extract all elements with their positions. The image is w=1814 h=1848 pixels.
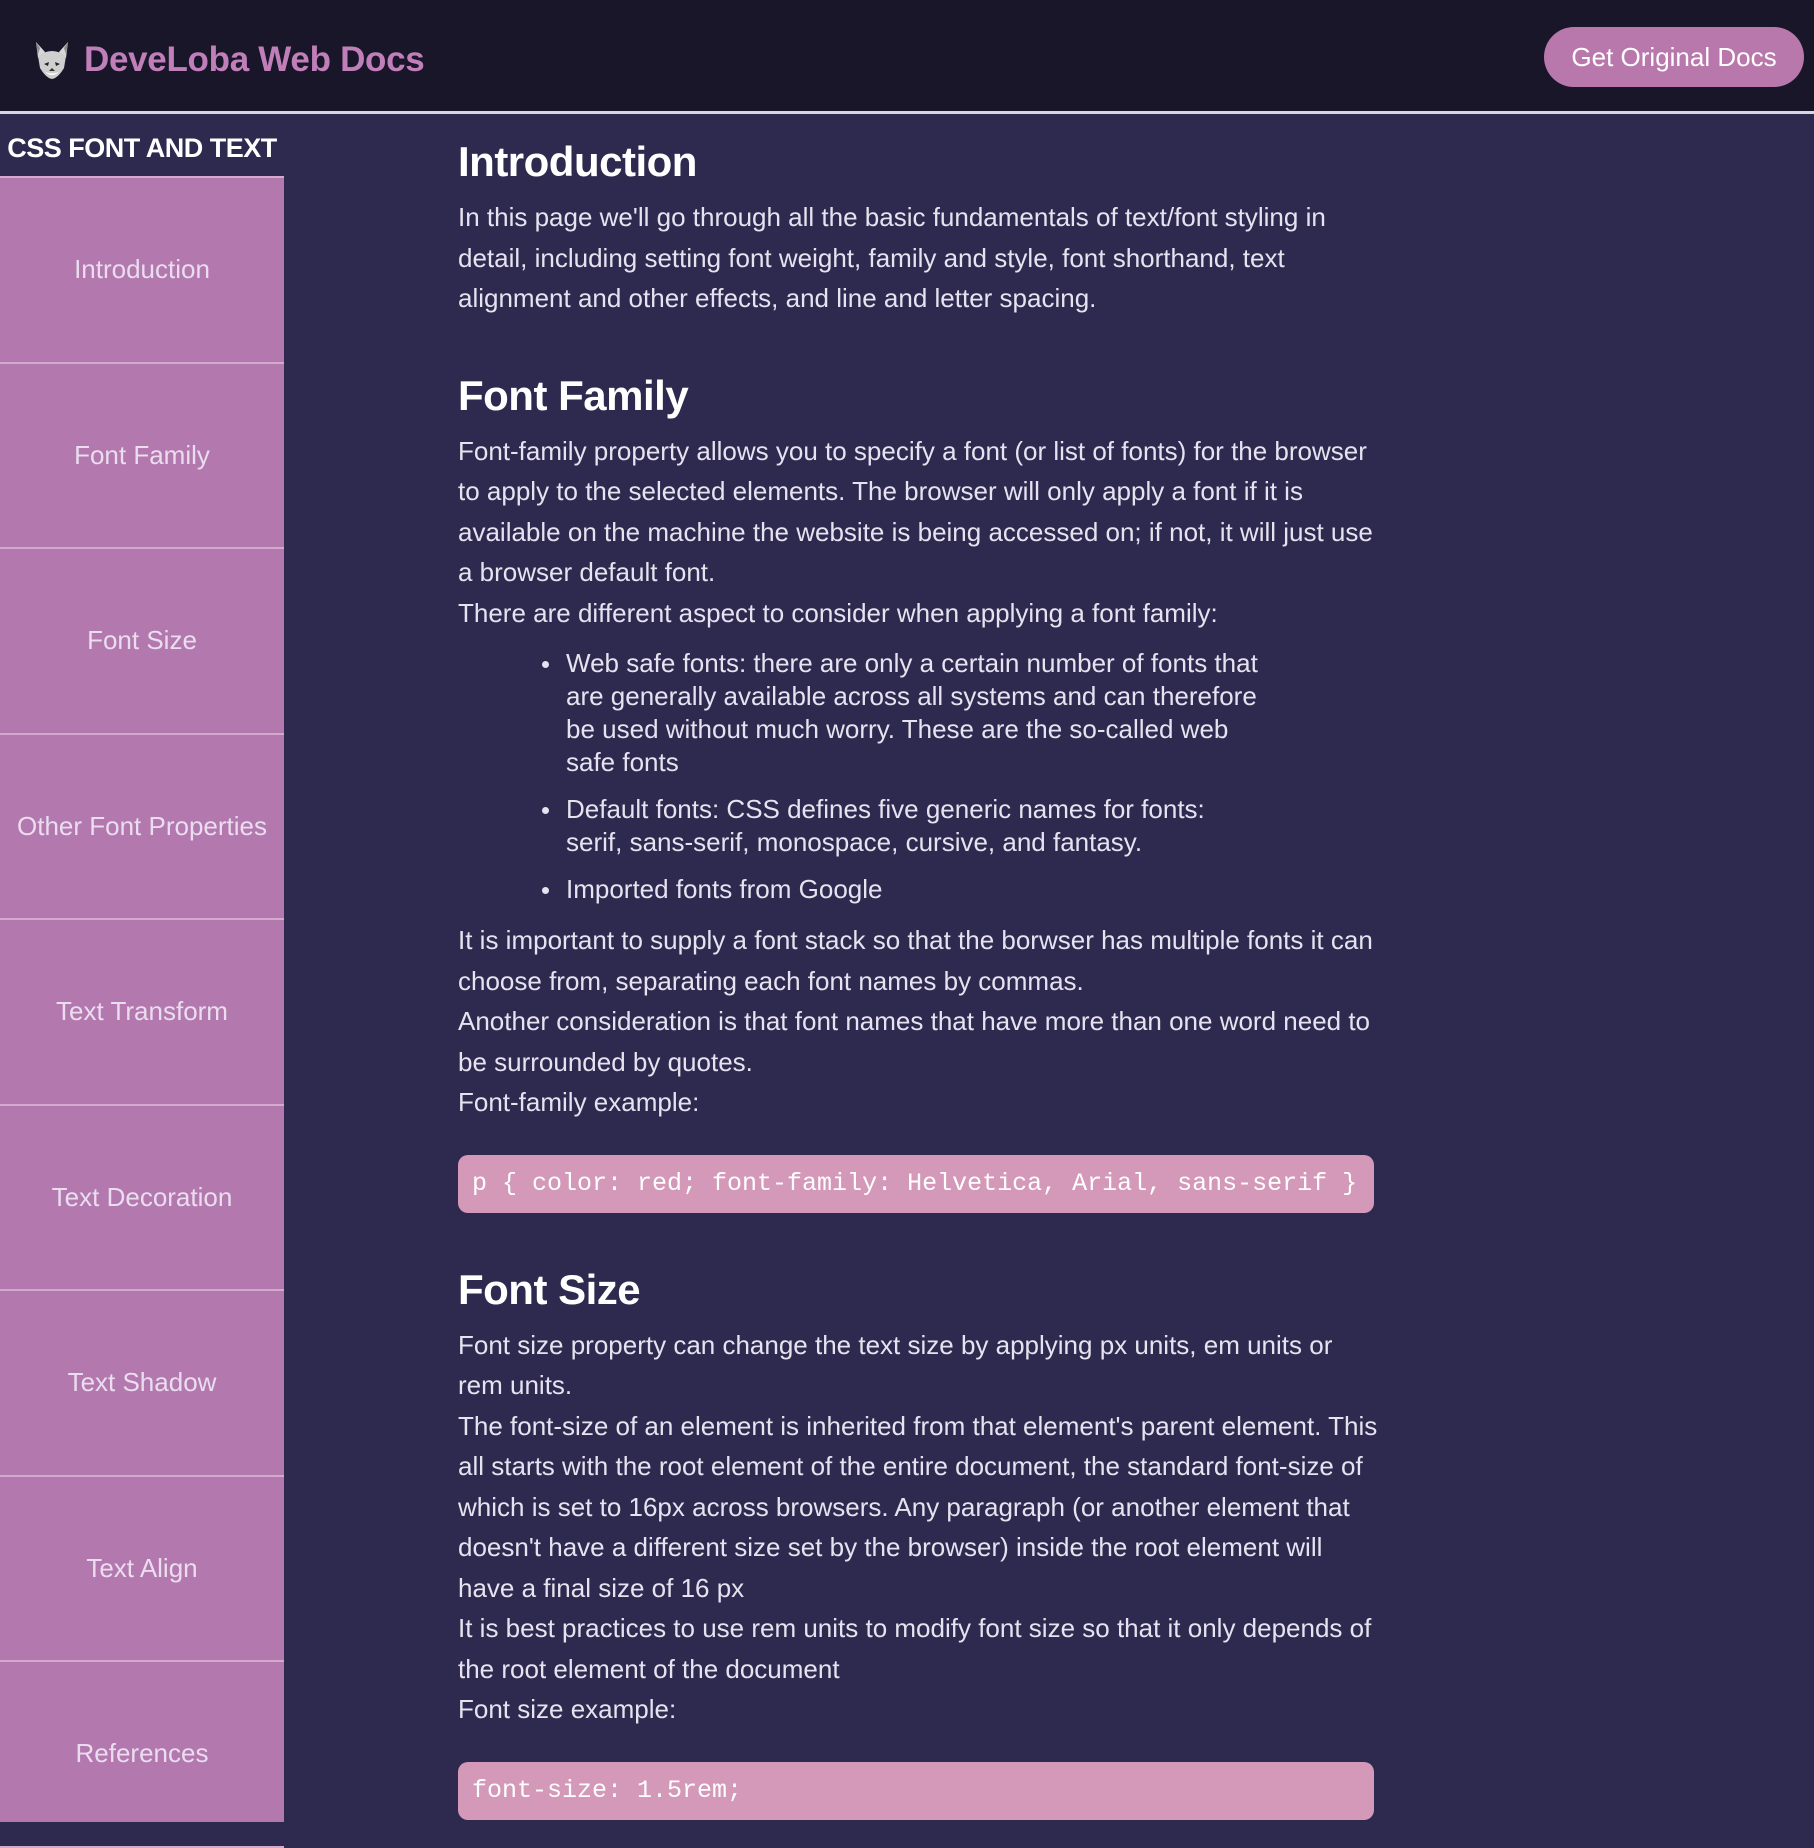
wolf-logo-icon bbox=[36, 42, 68, 79]
sidebar-item-text-decoration[interactable]: Text Decoration bbox=[0, 1106, 284, 1291]
font-family-code-block: p { color: red; font-family: Helvetica, … bbox=[458, 1154, 1374, 1213]
sidebar-nav: CSS FONT AND TEXT Introduction Font Fami… bbox=[0, 117, 284, 1848]
brand[interactable]: DeveLoba Web Docs bbox=[30, 34, 425, 86]
font-size-paragraph: Font size example: bbox=[458, 1694, 677, 1724]
font-family-paragraph: There are different aspect to consider w… bbox=[458, 597, 1218, 628]
section-title-font-size: Font Size bbox=[458, 1265, 641, 1313]
list-item: Web safe fonts: there are only a certain… bbox=[542, 647, 1266, 779]
brand-name: DeveLoba Web Docs bbox=[84, 40, 425, 79]
font-size-paragraph: It is best practices to use rem units to… bbox=[458, 1613, 1372, 1684]
sidebar-item-text-align[interactable]: Text Align bbox=[0, 1477, 284, 1662]
list-item: Default fonts: CSS defines five generic … bbox=[542, 793, 1266, 859]
section-title-font-family: Font Family bbox=[458, 371, 689, 419]
section-title-introduction: Introduction bbox=[458, 138, 697, 185]
font-size-paragraph: Font size property can change the text s… bbox=[458, 1329, 1333, 1401]
font-family-paragraph: Font-family property allows you to speci… bbox=[458, 435, 1373, 588]
sidebar-title: CSS FONT AND TEXT bbox=[0, 117, 284, 178]
section-font-size: Font Size Font size property can change … bbox=[458, 1265, 1378, 1820]
sidebar-item-font-family[interactable]: Font Family bbox=[0, 364, 284, 549]
section-font-family: Font Family Font-family property allows … bbox=[458, 371, 1378, 1213]
sidebar-item-text-transform[interactable]: Text Transform bbox=[0, 920, 284, 1106]
get-original-docs-button[interactable]: Get Original Docs bbox=[1544, 27, 1804, 87]
list-item: Imported fonts from Google bbox=[542, 873, 1266, 906]
sidebar-item-other-font-properties[interactable]: Other Font Properties bbox=[0, 735, 284, 920]
font-family-paragraph: Another consideration is that font names… bbox=[458, 1006, 1371, 1077]
introduction-paragraph: In this page we'll go through all the ba… bbox=[458, 202, 1326, 313]
main-content: Introduction In this page we'll go throu… bbox=[458, 117, 1378, 1820]
font-family-list: Web safe fonts: there are only a certain… bbox=[542, 647, 1266, 906]
sidebar-item-references[interactable]: References bbox=[0, 1662, 284, 1848]
section-introduction: Introduction In this page we'll go throu… bbox=[458, 137, 1378, 319]
sidebar-item-introduction[interactable]: Introduction bbox=[0, 178, 284, 364]
font-size-paragraph: The font-size of an element is inherited… bbox=[458, 1410, 1378, 1603]
sidebar-item-text-shadow[interactable]: Text Shadow bbox=[0, 1291, 284, 1477]
sidebar-item-font-size[interactable]: Font Size bbox=[0, 549, 284, 735]
top-header: DeveLoba Web Docs Get Original Docs bbox=[0, 0, 1814, 114]
font-family-paragraph: Font-family example: bbox=[458, 1087, 700, 1117]
font-family-paragraph: It is important to supply a font stack s… bbox=[458, 925, 1373, 996]
font-size-code-block: font-size: 1.5rem; bbox=[458, 1761, 1374, 1820]
